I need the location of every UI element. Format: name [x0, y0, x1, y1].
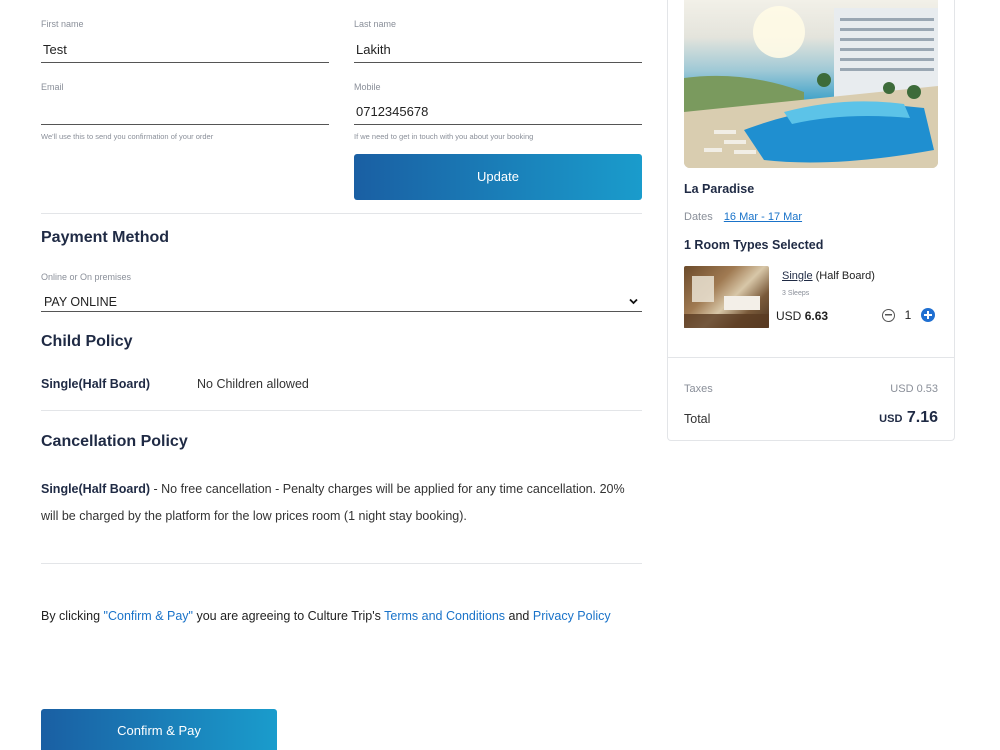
agreement-and: and [505, 609, 533, 623]
minus-icon [885, 314, 892, 316]
email-hint: We'll use this to send you confirmation … [41, 132, 214, 141]
room-price: USD 6.63 [776, 309, 828, 323]
total-value: 7.16 [906, 409, 938, 426]
room-photo-graphic [684, 276, 769, 328]
dates-link[interactable]: 16 Mar - 17 Mar [724, 211, 802, 223]
update-button[interactable]: Update [354, 154, 642, 200]
total-currency: USD [879, 413, 903, 425]
agreement-prefix: By clicking [41, 609, 104, 623]
cancellation-line-1: - No free cancellation - Penalty charges… [150, 482, 625, 496]
plus-icon [924, 311, 932, 319]
room-title: Single (Half Board) [782, 270, 875, 282]
first-name-input[interactable]: Test [41, 41, 329, 63]
hotel-photo-graphic [684, 6, 938, 168]
booking-summary-card: La Paradise Dates 16 Mar - 17 Mar 1 Room… [667, 0, 955, 441]
confirm-pay-button[interactable]: Confirm & Pay [41, 709, 277, 750]
room-name-link[interactable]: Single [782, 270, 813, 282]
payment-selected-option: PAY ONLINE [44, 295, 117, 309]
agreement-middle: you are agreeing to Culture Trip's [192, 609, 385, 623]
email-input[interactable] [41, 103, 329, 125]
cancellation-policy-title: Cancellation Policy [41, 433, 188, 450]
last-name-label: Last name [354, 19, 397, 29]
room-price-currency: USD [776, 309, 802, 323]
divider-2 [41, 410, 642, 411]
child-policy-text: No Children allowed [197, 377, 309, 391]
terms-link[interactable]: Terms and Conditions [384, 609, 505, 623]
taxes-label: Taxes [684, 383, 713, 395]
cancellation-line-2: will be charged by the platform for the … [41, 509, 467, 523]
child-policy-room: Single(Half Board) [41, 377, 151, 391]
room-types-selected: 1 Room Types Selected [684, 238, 824, 252]
confirm-quote: "Confirm & Pay" [103, 609, 193, 623]
increase-quantity-button[interactable] [921, 308, 935, 322]
email-label: Email [41, 82, 64, 92]
chevron-down-icon [629, 298, 638, 305]
room-image [684, 266, 769, 328]
last-name-input[interactable]: Lakith [354, 41, 642, 63]
mobile-hint: If we need to get in touch with you abou… [354, 132, 534, 141]
quantity-stepper: 1 [882, 308, 935, 322]
payment-method-title: Payment Method [41, 229, 170, 246]
payment-select-label: Online or On premises [41, 272, 132, 282]
total-label: Total [684, 412, 711, 426]
dates-label: Dates [684, 211, 713, 223]
privacy-link[interactable]: Privacy Policy [533, 609, 611, 623]
cancellation-room: Single(Half Board) [41, 482, 151, 496]
mobile-label: Mobile [354, 82, 381, 92]
child-policy-title: Child Policy [41, 333, 133, 350]
room-sleeps: 3 Sleeps [782, 290, 810, 297]
quantity-value: 1 [904, 308, 912, 322]
stay-dates: Dates 16 Mar - 17 Mar [684, 211, 802, 223]
room-board: (Half Board) [812, 270, 875, 282]
divider-1 [41, 213, 642, 214]
total-amount: USD 7.16 [879, 409, 938, 427]
cancellation-policy-text: Single(Half Board) - No free cancellatio… [41, 476, 651, 530]
decrease-quantity-button[interactable] [882, 308, 895, 322]
first-name-label: First name [41, 19, 84, 29]
payment-method-select[interactable]: PAY ONLINE [41, 293, 642, 312]
summary-divider [668, 357, 954, 358]
mobile-input[interactable]: 0712345678 [354, 103, 642, 125]
taxes-value: USD 0.53 [890, 383, 938, 395]
hotel-image [684, 0, 938, 168]
hotel-name: La Paradise [684, 182, 755, 196]
room-price-value: 6.63 [804, 309, 829, 323]
divider-3 [41, 563, 642, 564]
agreement-text: By clicking "Confirm & Pay" you are agre… [41, 609, 611, 623]
